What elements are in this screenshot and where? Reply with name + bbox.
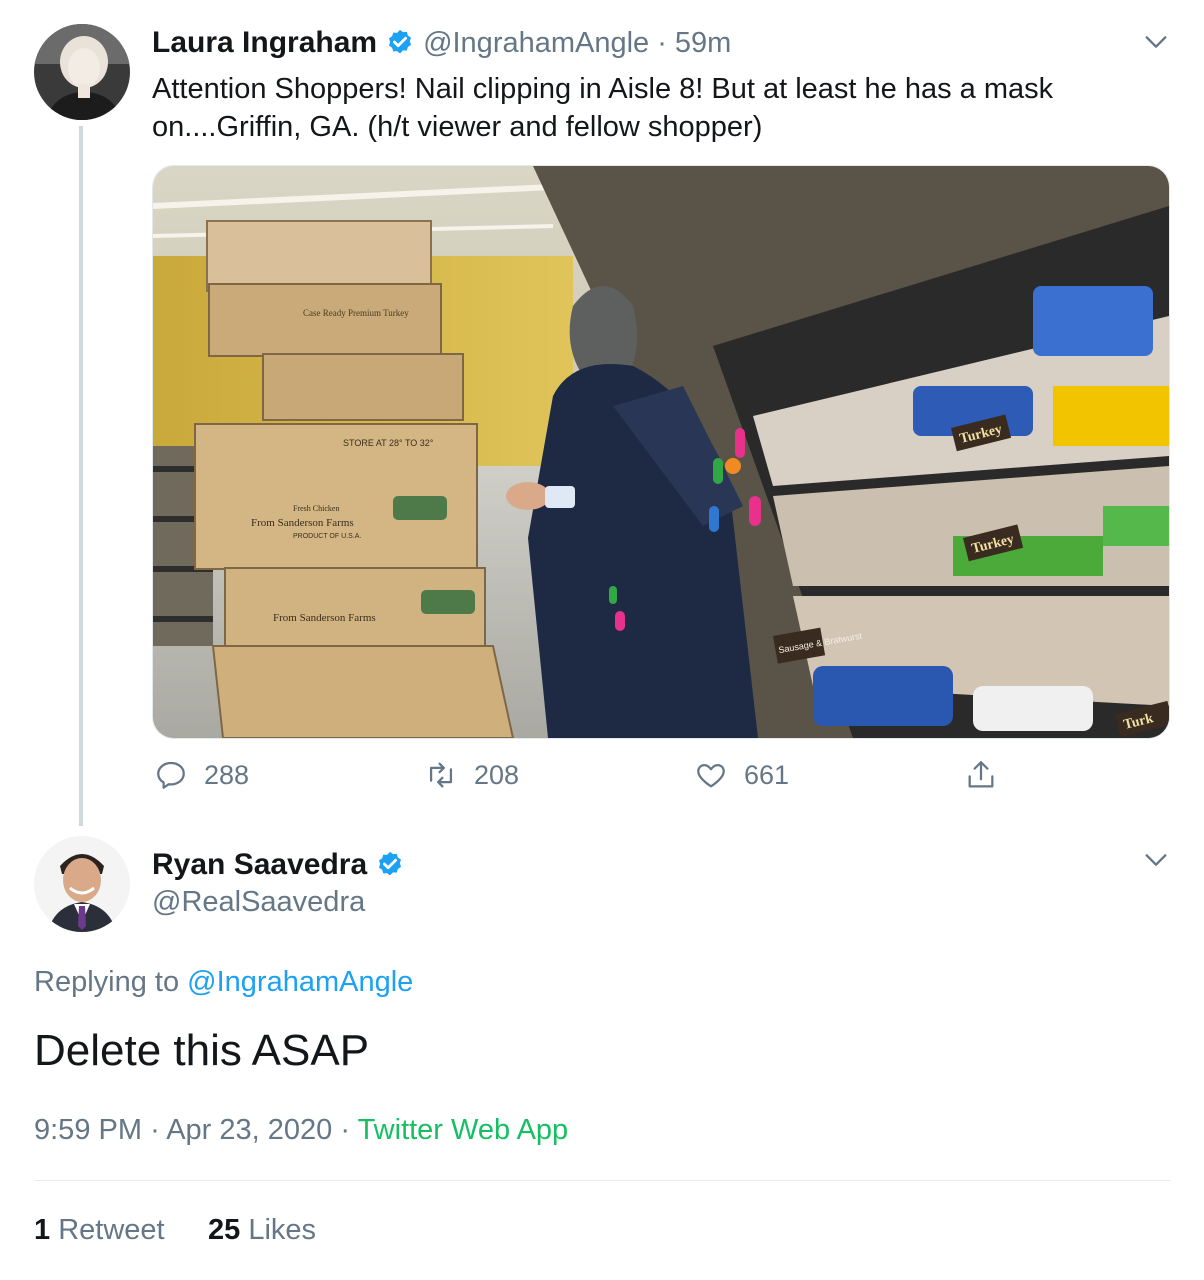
- retweet-stat-label: Retweet: [58, 1214, 165, 1246]
- likes-stat-label: Likes: [248, 1214, 317, 1246]
- tweet-text-line: on....Griffin, GA. (h/t viewer and fello…: [152, 111, 763, 143]
- box-text: From Sanderson Farms: [251, 517, 354, 529]
- author-handle[interactable]: @IngrahamAngle: [423, 27, 649, 60]
- reply-icon: [157, 761, 185, 789]
- store-aisle-photo: Turkey Turkey Turk Sausage & Bratwurst C…: [153, 166, 1169, 738]
- box-text: Fresh Chicken: [293, 504, 339, 513]
- verified-badge-icon: [389, 29, 412, 54]
- tweet-header: Laura Ingraham @IngrahamAngle · 59m: [152, 26, 731, 60]
- like-count: 661: [744, 759, 790, 790]
- box-text: From Sanderson Farms: [273, 612, 376, 624]
- replying-to-label: Replying to: [34, 966, 180, 998]
- replying-to-handle-link[interactable]: @IngrahamAngle: [187, 966, 413, 998]
- chevron-down-icon[interactable]: [1142, 846, 1170, 874]
- separator-dot: ·: [340, 1114, 351, 1146]
- heart-icon: [697, 763, 725, 788]
- separator-dot: ·: [150, 1114, 160, 1146]
- author-avatar[interactable]: [34, 24, 130, 120]
- tweet-time[interactable]: 59m: [675, 27, 731, 60]
- author-name[interactable]: Laura Ingraham: [152, 26, 377, 60]
- like-action[interactable]: 661: [694, 758, 789, 792]
- reply-action[interactable]: 288: [154, 758, 249, 792]
- reply-meta: 9:59 PM · Apr 23, 2020 · Twitter Web App: [34, 1114, 568, 1147]
- source-link[interactable]: Twitter Web App: [358, 1114, 569, 1146]
- box-text: PRODUCT OF U.S.A.: [293, 533, 361, 540]
- tweet-text: Attention Shoppers! Nail clipping in Ais…: [152, 70, 1162, 146]
- share-action[interactable]: [964, 758, 998, 792]
- retweet-action[interactable]: 208: [424, 758, 519, 792]
- reply-text: Delete this ASAP: [34, 1026, 370, 1075]
- retweet-stat[interactable]: 1 Retweet: [34, 1214, 165, 1247]
- box-text: STORE AT 28° TO 32°: [343, 438, 434, 448]
- separator-dot: ·: [657, 26, 667, 59]
- reply-author-name[interactable]: Ryan Saavedra: [152, 848, 367, 882]
- retweet-stat-count: 1: [34, 1214, 51, 1246]
- reply-count: 288: [204, 759, 250, 790]
- tweet-photo[interactable]: Turkey Turkey Turk Sausage & Bratwurst C…: [152, 165, 1170, 739]
- chevron-down-icon[interactable]: [1142, 28, 1170, 56]
- thread-line: [79, 126, 83, 826]
- reply-header: Ryan Saavedra: [152, 848, 405, 882]
- likes-stat-count: 25: [208, 1214, 241, 1246]
- tweet-text-line: Attention Shoppers! Nail clipping in Ais…: [152, 73, 1054, 105]
- likes-stat[interactable]: 25 Likes: [208, 1214, 316, 1247]
- share-icon: [968, 761, 994, 788]
- verified-badge-icon: [379, 851, 402, 876]
- reply-author-handle[interactable]: @RealSaavedra: [152, 886, 365, 919]
- reply-date[interactable]: Apr 23, 2020: [166, 1114, 332, 1146]
- retweet-count: 208: [474, 759, 520, 790]
- replying-to: Replying to @IngrahamAngle: [34, 966, 413, 999]
- retweet-icon: [429, 762, 453, 788]
- reply-time[interactable]: 9:59 PM: [34, 1114, 142, 1146]
- box-text: Case Ready Premium Turkey: [303, 308, 409, 318]
- divider: [34, 1180, 1170, 1181]
- reply-author-avatar[interactable]: [34, 836, 130, 932]
